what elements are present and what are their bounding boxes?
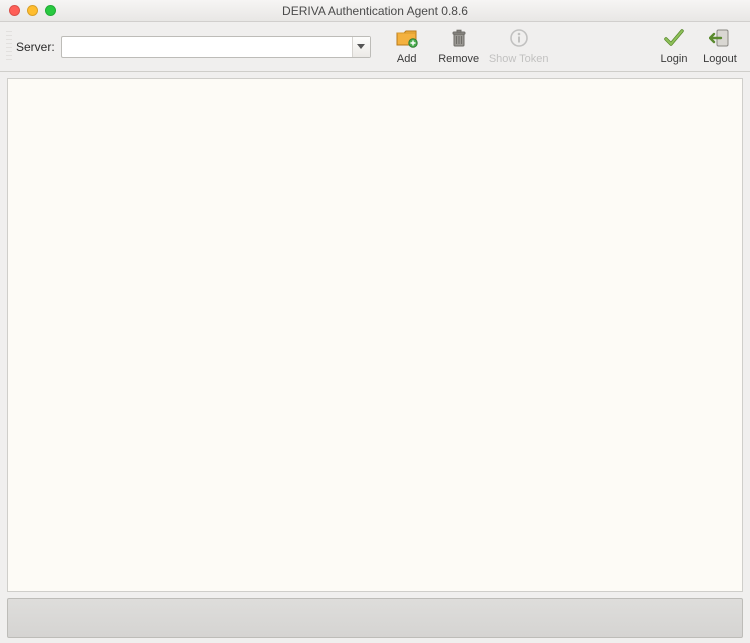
show-token-button-label: Show Token — [489, 53, 549, 65]
checkmark-icon — [663, 28, 685, 51]
window-controls — [0, 5, 56, 16]
chevron-down-icon — [357, 44, 365, 50]
zoom-window-button[interactable] — [45, 5, 56, 16]
content-area — [7, 78, 743, 592]
add-button-label: Add — [397, 53, 417, 65]
window-title: DERIVA Authentication Agent 0.8.6 — [0, 4, 750, 18]
titlebar: DERIVA Authentication Agent 0.8.6 — [0, 0, 750, 22]
logout-button[interactable]: Logout — [696, 24, 744, 70]
toolbar-grip — [6, 31, 12, 63]
minimize-window-button[interactable] — [27, 5, 38, 16]
server-input[interactable] — [62, 37, 352, 57]
add-button[interactable]: Add — [381, 24, 433, 70]
folder-add-icon — [396, 28, 418, 51]
logout-button-label: Logout — [703, 53, 737, 65]
login-button[interactable]: Login — [652, 24, 696, 70]
info-icon — [509, 28, 529, 51]
toolbar: Server: Add — [0, 22, 750, 72]
server-label: Server: — [16, 40, 55, 54]
trash-icon — [449, 28, 469, 51]
server-dropdown-button[interactable] — [352, 37, 370, 57]
show-token-button: Show Token — [485, 24, 553, 70]
status-bar — [7, 598, 743, 638]
logout-icon — [709, 28, 731, 51]
status-wrap — [0, 592, 750, 643]
toolbar-group-auth-actions: Login Logout — [652, 24, 744, 70]
server-combobox[interactable] — [61, 36, 371, 58]
remove-button-label: Remove — [438, 53, 479, 65]
toolbar-group-server-actions: Add Remove Show Token — [381, 24, 553, 70]
close-window-button[interactable] — [9, 5, 20, 16]
login-button-label: Login — [661, 53, 688, 65]
remove-button[interactable]: Remove — [433, 24, 485, 70]
content-wrap — [0, 72, 750, 592]
